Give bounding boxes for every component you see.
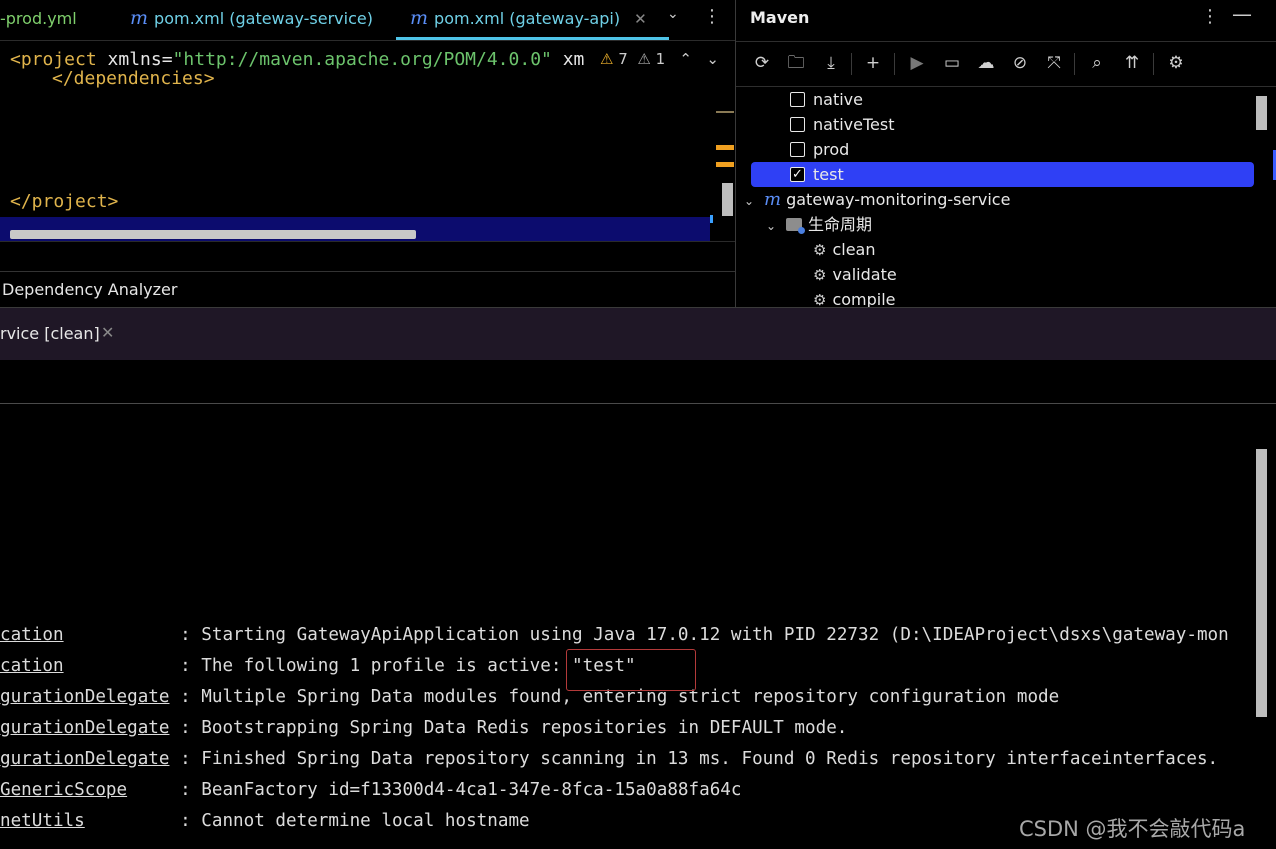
- settings-icon[interactable]: ⚙: [1165, 52, 1187, 74]
- previous-highlight-icon[interactable]: ⌃: [679, 50, 692, 68]
- profile-checkbox[interactable]: [790, 142, 805, 157]
- tab-pom-gateway-api[interactable]: m pom.xml (gateway-api) ✕: [396, 0, 669, 40]
- run-icon[interactable]: ▶: [906, 52, 928, 74]
- run-tab-bar: rvice [clean] ✕: [0, 307, 1276, 361]
- tab-label: pom.xml (gateway-service): [154, 9, 373, 28]
- log-line: cation : The following 1 profile is acti…: [0, 656, 636, 676]
- maven-file-icon: m: [410, 7, 429, 29]
- close-icon[interactable]: ✕: [101, 323, 114, 342]
- collapse-all-icon[interactable]: ⤧: [1043, 52, 1065, 74]
- toolbar-separator: [851, 53, 852, 75]
- editor-vertical-scrollbar[interactable]: [722, 183, 733, 216]
- code-editor[interactable]: <project xmlns="http://maven.apache.org/…: [0, 41, 735, 271]
- editor-tab-bar: -prod.yml m pom.xml (gateway-service) m po…: [0, 0, 735, 41]
- reload-icon[interactable]: ⟳: [751, 52, 773, 74]
- warning-stripe-mark: [716, 145, 734, 150]
- tab-label: pom.xml (gateway-api): [434, 9, 621, 28]
- expand-all-icon[interactable]: ⇈: [1121, 52, 1143, 74]
- profile-nativetest[interactable]: nativeTest: [790, 112, 894, 137]
- tab-dependency-analyzer[interactable]: Dependency Analyzer: [2, 280, 177, 299]
- tab-pom-gateway-service[interactable]: m pom.xml (gateway-service): [130, 0, 373, 40]
- log-line: netUtils : Cannot determine local hostna…: [0, 811, 530, 831]
- chevron-down-icon[interactable]: ⌄: [744, 189, 758, 214]
- maven-tool-window: Maven ⋮ — ⟳ 🗀 ⤓ + ▶ ▭ ☁ ⊘ ⤧ ⌕ ⇈ ⚙ native…: [735, 0, 1276, 307]
- editor-bottom-strip: [0, 241, 735, 271]
- tree-project-node[interactable]: ⌄ m gateway-monitoring-service: [744, 187, 1010, 212]
- more-options-icon[interactable]: ⋮: [703, 6, 721, 27]
- warning-icon: ⚠: [600, 50, 614, 68]
- lifecycle-folder-icon: [786, 218, 805, 234]
- close-icon[interactable]: ✕: [634, 10, 647, 28]
- skip-tests-icon[interactable]: ⊘: [1009, 52, 1031, 74]
- caret-stripe-mark: [710, 215, 713, 223]
- log-line: GenericScope : BeanFactory id=f13300d4-4…: [0, 780, 742, 800]
- toolbar-separator: [894, 53, 895, 75]
- toolbar-separator: [1153, 53, 1154, 75]
- gear-icon: ⚙: [813, 241, 827, 259]
- toolbar-separator: [1074, 53, 1075, 75]
- maven-tree-scrollbar[interactable]: [1256, 96, 1267, 130]
- code-line-project-open: <project xmlns="http://maven.apache.org/…: [10, 49, 585, 70]
- tree-lifecycle-node[interactable]: ⌄ 生命周期: [766, 212, 872, 237]
- error-stripe-mark: [716, 111, 734, 113]
- add-icon[interactable]: +: [862, 52, 884, 74]
- gear-icon: ⚙: [813, 266, 827, 284]
- code-line-project-close: </project>: [10, 191, 119, 212]
- warning-stripe-mark: [716, 162, 734, 167]
- maven-toolbar: ⟳ 🗀 ⤓ + ▶ ▭ ☁ ⊘ ⤧ ⌕ ⇈ ⚙: [736, 41, 1276, 87]
- editor-bottom-tabs: Dependency Analyzer: [0, 271, 735, 308]
- chevron-down-icon[interactable]: ⌄: [667, 6, 679, 22]
- next-highlight-icon[interactable]: ⌄: [706, 50, 719, 68]
- reload-folder-icon[interactable]: 🗀: [785, 52, 807, 74]
- inspection-widget[interactable]: ⚠ 7 ⚠ 1 ⌃ ⌄: [600, 41, 735, 77]
- profile-test[interactable]: test: [751, 162, 1254, 187]
- maven-project-tree: native nativeTest prod test ⌄ mgateway-mo…: [736, 86, 1276, 307]
- watermark: CSDN @我不会敲代码a: [1019, 817, 1246, 841]
- maven-file-icon: m: [130, 7, 149, 29]
- code-line-dependencies-close: </dependencies>: [52, 68, 215, 89]
- profile-native[interactable]: native: [790, 87, 863, 112]
- download-icon[interactable]: ⤓: [820, 52, 842, 74]
- run-toolbar: [0, 360, 1276, 404]
- tab-label: -prod.yml: [0, 9, 77, 28]
- gear-icon: ⚙: [813, 291, 827, 307]
- log-line: gurationDelegate : Bootstrapping Spring …: [0, 718, 848, 738]
- goal-validate[interactable]: ⚙ validate: [813, 262, 897, 287]
- maven-project-icon: m: [764, 189, 782, 210]
- show-dependencies-icon[interactable]: ⌕: [1086, 52, 1108, 74]
- offline-mode-icon[interactable]: ☁: [975, 52, 997, 74]
- minimize-icon[interactable]: —: [1232, 2, 1252, 26]
- profile-prod[interactable]: prod: [790, 137, 849, 162]
- project-name: gateway-monitoring-service: [786, 190, 1011, 209]
- log-line: gurationDelegate : Multiple Spring Data …: [0, 687, 1060, 707]
- console-output[interactable]: cation : Starting GatewayApiApplication …: [0, 404, 1276, 849]
- profile-checkbox-checked[interactable]: [790, 162, 805, 187]
- profile-checkbox[interactable]: [790, 117, 805, 132]
- profile-checkbox[interactable]: [790, 92, 805, 107]
- editor-horizontal-scrollbar[interactable]: [10, 230, 416, 239]
- chevron-down-icon[interactable]: ⌄: [766, 214, 780, 239]
- goal-compile[interactable]: ⚙ compile: [813, 287, 896, 307]
- maven-panel-title: Maven: [750, 8, 810, 27]
- goal-clean[interactable]: ⚙ clean: [813, 237, 875, 262]
- more-options-icon[interactable]: ⋮: [1201, 6, 1219, 27]
- console-scrollbar[interactable]: [1256, 449, 1267, 717]
- weak-warning-count: 1: [655, 50, 666, 68]
- log-line: gurationDelegate : Finished Spring Data …: [0, 749, 1219, 769]
- weak-warning-icon: ⚠: [637, 50, 651, 68]
- active-tab-indicator: [396, 37, 669, 40]
- warning-count: 7: [618, 50, 628, 68]
- tab-run-clean[interactable]: rvice [clean]: [0, 324, 100, 343]
- lifecycle-label: 生命周期: [808, 215, 873, 234]
- tab-prod-yml[interactable]: -prod.yml: [0, 0, 77, 40]
- annotation-highlight-box: [566, 649, 696, 691]
- run-configuration-icon[interactable]: ▭: [941, 52, 963, 74]
- log-line: cation : Starting GatewayApiApplication …: [0, 625, 1229, 645]
